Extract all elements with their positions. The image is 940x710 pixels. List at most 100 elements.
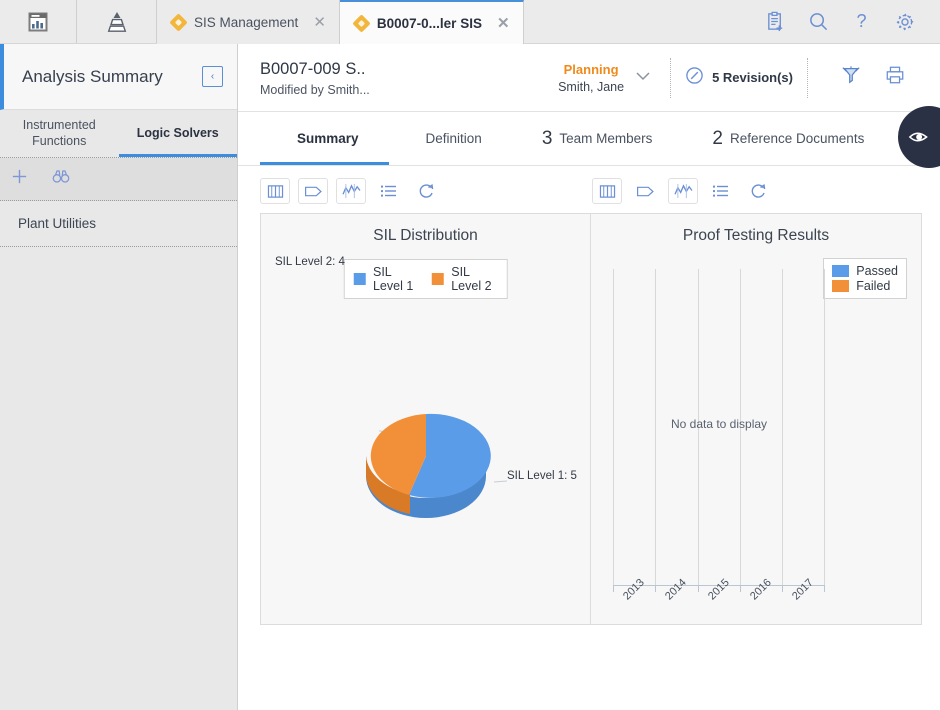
main-tabs: Summary Definition 3 Team Members 2 Refe… — [238, 112, 940, 166]
left-sidebar: Analysis Summary ‹ Instrumented Function… — [0, 44, 238, 710]
divider — [807, 57, 808, 98]
search-icon[interactable] — [808, 11, 829, 32]
diamond-icon — [352, 13, 371, 33]
tab-label: Team Members — [559, 131, 653, 146]
x-axis-label: 2013 — [621, 576, 647, 603]
add-icon[interactable] — [10, 167, 29, 191]
chevron-down-icon[interactable] — [634, 69, 652, 87]
binoculars-icon[interactable] — [51, 168, 71, 190]
tab-count: 3 — [541, 127, 553, 149]
main-content: B0007-009 S.. Modified by Smith... Plann… — [238, 44, 940, 710]
sil-distribution-chart: SIL Distribution SIL Level 1 SIL Level 2 — [260, 213, 591, 625]
state-dropdown[interactable]: Planning Smith, Jane — [558, 62, 656, 94]
record-actions — [822, 65, 940, 90]
hazard-risk-icon[interactable] — [840, 65, 862, 90]
tab-label: Reference Documents — [730, 131, 865, 146]
legend-swatch — [353, 273, 366, 285]
bar-chart-toolbar — [570, 178, 774, 204]
sidebar-tab-label: Logic Solvers — [136, 125, 219, 140]
close-icon[interactable]: ✕ — [307, 15, 326, 30]
browser-tabs: SIS Management ✕ B0007-0...ler SIS ✕ — [157, 0, 524, 44]
refresh-icon[interactable] — [412, 178, 442, 204]
chart-title: Proof Testing Results — [682, 227, 830, 244]
tab-definition[interactable]: Definition — [389, 112, 512, 165]
page-title: Analysis Summary — [22, 66, 163, 86]
sidebar-tab-label: Instrumented Functions — [22, 117, 96, 148]
record-identity: B0007-009 S.. Modified by Smith... — [260, 58, 370, 97]
axis-tick — [698, 586, 699, 592]
proof-testing-results-chart: Proof Testing Results Passed Failed No d… — [591, 213, 922, 625]
axis-tick — [824, 586, 825, 592]
list-item-label: Plant Utilities — [18, 216, 97, 231]
legend-swatch — [431, 273, 445, 285]
charts-row: SIL Distribution SIL Level 1 SIL Level 2 — [238, 213, 940, 625]
legend-label: SIL Level 2 — [451, 265, 492, 293]
top-bar: SIS Management ✕ B0007-0...ler SIS ✕ ? — [0, 0, 940, 44]
legend-item[interactable]: SIL Level 2 — [431, 265, 498, 293]
tab-summary[interactable]: Summary — [260, 112, 389, 165]
book-icon[interactable] — [592, 178, 622, 204]
line-chart-icon[interactable] — [336, 178, 366, 204]
x-axis-label: 2014 — [663, 576, 689, 603]
axis-tick — [655, 586, 656, 592]
tab-sis-management[interactable]: SIS Management ✕ — [157, 0, 340, 44]
sidebar-tab-instrumented-functions[interactable]: Instrumented Functions — [0, 110, 119, 157]
tab-count: 2 — [712, 127, 723, 149]
sidebar-tabs: Instrumented Functions Logic Solvers — [0, 110, 237, 158]
x-axis-label: 2017 — [790, 576, 816, 603]
empty-state-message: No data to display — [670, 417, 768, 431]
tab-team-members[interactable]: 3 Team Members — [512, 112, 683, 165]
close-icon[interactable]: ✕ — [491, 16, 510, 31]
state-badge: Planning — [563, 61, 619, 77]
divider — [670, 57, 672, 98]
clipboard-add-icon[interactable] — [765, 11, 786, 32]
book-icon[interactable] — [260, 178, 290, 204]
line-chart-icon[interactable] — [668, 178, 698, 204]
pie-data-label-sil2: SIL Level 2: 4 — [275, 256, 345, 268]
gear-icon[interactable] — [894, 11, 916, 33]
sidebar-tab-logic-solvers[interactable]: Logic Solvers — [119, 110, 238, 157]
refresh-icon[interactable] — [744, 178, 774, 204]
legend-item[interactable]: Failed — [832, 279, 898, 293]
tab-label: Definition — [425, 131, 482, 146]
help-icon[interactable]: ? — [851, 11, 872, 32]
tag-icon[interactable] — [630, 178, 660, 204]
collapse-sidebar-button[interactable]: ‹ — [202, 66, 223, 87]
chart-legend: SIL Level 1 SIL Level 2 — [343, 259, 508, 299]
list-icon[interactable] — [706, 178, 736, 204]
svg-text:?: ? — [856, 11, 866, 31]
legend-swatch — [832, 265, 850, 277]
chart-toolbars — [238, 166, 940, 213]
record-modified-by: Modified by Smith... — [260, 83, 370, 98]
dashboard-icon[interactable] — [0, 0, 77, 43]
record-header: B0007-009 S.. Modified by Smith... Plann… — [238, 44, 940, 112]
sidebar-toolbar — [0, 158, 237, 201]
tab-reference-documents[interactable]: 2 Reference Documents — [682, 112, 894, 165]
list-item[interactable]: Plant Utilities — [0, 201, 237, 247]
revisions-button[interactable]: 5 Revision(s) — [685, 66, 793, 90]
tab-b0007-sis[interactable]: B0007-0...ler SIS ✕ — [339, 0, 524, 44]
pie-chart-toolbar — [238, 178, 570, 204]
revisions-label: 5 Revision(s) — [712, 70, 793, 85]
plot-area: No data to display 2013 2014 2015 2016 2… — [613, 269, 825, 602]
print-icon[interactable] — [884, 65, 906, 90]
tab-label: B0007-0...ler SIS — [376, 15, 482, 31]
x-axis-label: 2016 — [748, 576, 774, 603]
pie-graphic — [261, 384, 593, 534]
record-id: B0007-009 S.. — [260, 59, 366, 78]
axis-tick — [740, 586, 741, 592]
legend-item[interactable]: SIL Level 1 — [353, 265, 419, 293]
state-text: Planning Smith, Jane — [558, 62, 624, 94]
state-owner: Smith, Jane — [558, 79, 625, 94]
top-bar-actions: ? — [755, 0, 940, 43]
legend-label: Passed — [856, 264, 898, 278]
x-axis-label: 2015 — [706, 576, 732, 603]
tag-icon[interactable] — [298, 178, 328, 204]
list-icon[interactable] — [374, 178, 404, 204]
axis-tick — [613, 586, 614, 592]
hierarchy-pyramid-icon[interactable] — [77, 0, 157, 43]
diamond-icon — [169, 12, 188, 32]
tab-label: Summary — [297, 131, 359, 146]
legend-item[interactable]: Passed — [832, 264, 898, 278]
legend-label: SIL Level 1 — [372, 265, 414, 293]
